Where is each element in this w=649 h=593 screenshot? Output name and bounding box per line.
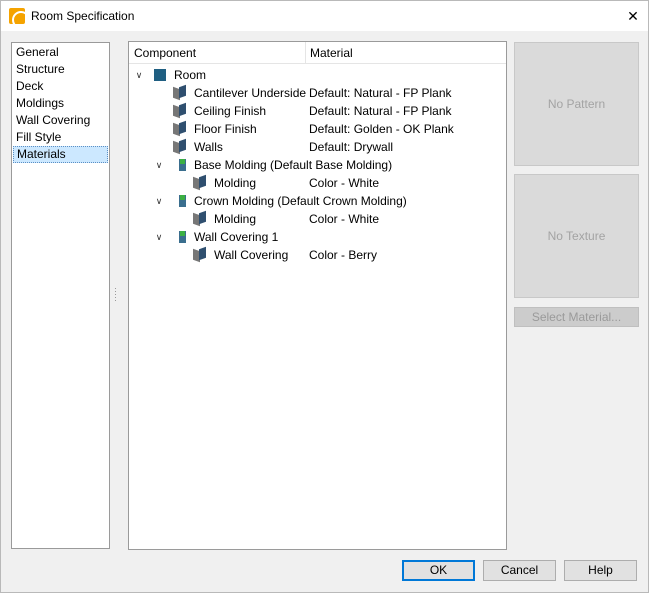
select-material-button[interactable]: Select Material...	[514, 307, 639, 327]
component-material-tree: Component Material ∨ Room Cantilever Und…	[128, 41, 507, 550]
tree-row-wall-covering[interactable]: ∨ Wall Covering 1	[129, 228, 506, 246]
tree-header: Component Material	[129, 42, 506, 64]
tree-row-material: Color - White	[309, 176, 380, 190]
tree-row-material: Default: Natural - FP Plank	[309, 104, 452, 118]
tree-row-base-molding[interactable]: ∨ Base Molding (Default Base Molding)	[129, 156, 506, 174]
tree-row-room[interactable]: ∨ Room	[129, 66, 506, 84]
material-icon	[193, 176, 207, 190]
tree-row-component: Ceiling Finish	[194, 104, 267, 118]
category-item-structure[interactable]: Structure	[13, 61, 108, 78]
pattern-preview: No Pattern	[514, 42, 639, 166]
tree-row[interactable]: Cantilever Underside Default: Natural - …	[129, 84, 506, 102]
room-icon	[154, 69, 166, 81]
app-logo-icon	[9, 8, 25, 24]
tree-row[interactable]: Molding Color - White	[129, 174, 506, 192]
tree-row-material: Default: Natural - FP Plank	[309, 86, 452, 100]
tree-row-material: Default: Drywall	[309, 140, 394, 154]
tree-row[interactable]: Ceiling Finish Default: Natural - FP Pla…	[129, 102, 506, 120]
tree-row-material: Color - Berry	[309, 248, 378, 262]
material-icon	[193, 212, 207, 226]
title-bar: Room Specification ✕	[1, 1, 648, 31]
chevron-down-icon[interactable]: ∨	[134, 66, 144, 84]
molding-icon	[174, 159, 186, 171]
tree-row[interactable]: Walls Default: Drywall	[129, 138, 506, 156]
tree-row-component: Cantilever Underside	[194, 86, 307, 100]
window-title: Room Specification	[31, 9, 135, 23]
tree-row-component: Base Molding (Default Base Molding)	[194, 158, 393, 172]
column-header-component[interactable]: Component	[134, 46, 196, 60]
room-specification-dialog: Room Specification ✕ General Structure D…	[0, 0, 649, 593]
material-icon	[173, 140, 187, 154]
material-icon	[193, 248, 207, 262]
cancel-button[interactable]: Cancel	[483, 560, 556, 581]
material-icon	[173, 104, 187, 118]
pattern-preview-text: No Pattern	[547, 97, 606, 111]
tree-row-component: Molding	[214, 212, 257, 226]
chevron-down-icon[interactable]: ∨	[154, 192, 164, 210]
tree-row-component: Room	[174, 68, 207, 82]
category-item-deck[interactable]: Deck	[13, 78, 108, 95]
category-item-general[interactable]: General	[13, 44, 108, 61]
category-item-wall-covering[interactable]: Wall Covering	[13, 112, 108, 129]
material-icon	[173, 86, 187, 100]
category-list: General Structure Deck Moldings Wall Cov…	[11, 42, 110, 549]
tree-row-material: Color - White	[309, 212, 380, 226]
tree-row-component: Wall Covering	[214, 248, 289, 262]
chevron-down-icon[interactable]: ∨	[154, 156, 164, 174]
texture-preview: No Texture	[514, 174, 639, 298]
help-button[interactable]: Help	[564, 560, 637, 581]
column-divider[interactable]	[305, 42, 306, 64]
close-button[interactable]: ✕	[618, 1, 648, 31]
tree-row-component: Walls	[194, 140, 223, 154]
tree-row-crown-molding[interactable]: ∨ Crown Molding (Default Crown Molding)	[129, 192, 506, 210]
tree-row[interactable]: Molding Color - White	[129, 210, 506, 228]
panel-splitter[interactable]	[114, 288, 117, 304]
category-item-materials[interactable]: Materials	[13, 146, 108, 163]
texture-preview-text: No Texture	[547, 229, 606, 243]
tree-row-component: Crown Molding (Default Crown Molding)	[194, 194, 407, 208]
category-item-fill-style[interactable]: Fill Style	[13, 129, 108, 146]
category-item-moldings[interactable]: Moldings	[13, 95, 108, 112]
material-icon	[173, 122, 187, 136]
tree-row[interactable]: Wall Covering Color - Berry	[129, 246, 506, 264]
tree-row-component: Floor Finish	[194, 122, 257, 136]
chevron-down-icon[interactable]: ∨	[154, 228, 164, 246]
column-header-material[interactable]: Material	[310, 46, 353, 60]
tree-row-component: Molding	[214, 176, 257, 190]
tree-row-material: Default: Golden - OK Plank	[309, 122, 454, 136]
tree-body: ∨ Room Cantilever Underside Default: Nat…	[129, 66, 506, 264]
molding-icon	[174, 231, 186, 243]
ok-button[interactable]: OK	[402, 560, 475, 581]
tree-row[interactable]: Floor Finish Default: Golden - OK Plank	[129, 120, 506, 138]
molding-icon	[174, 195, 186, 207]
tree-row-component: Wall Covering 1	[194, 230, 279, 244]
